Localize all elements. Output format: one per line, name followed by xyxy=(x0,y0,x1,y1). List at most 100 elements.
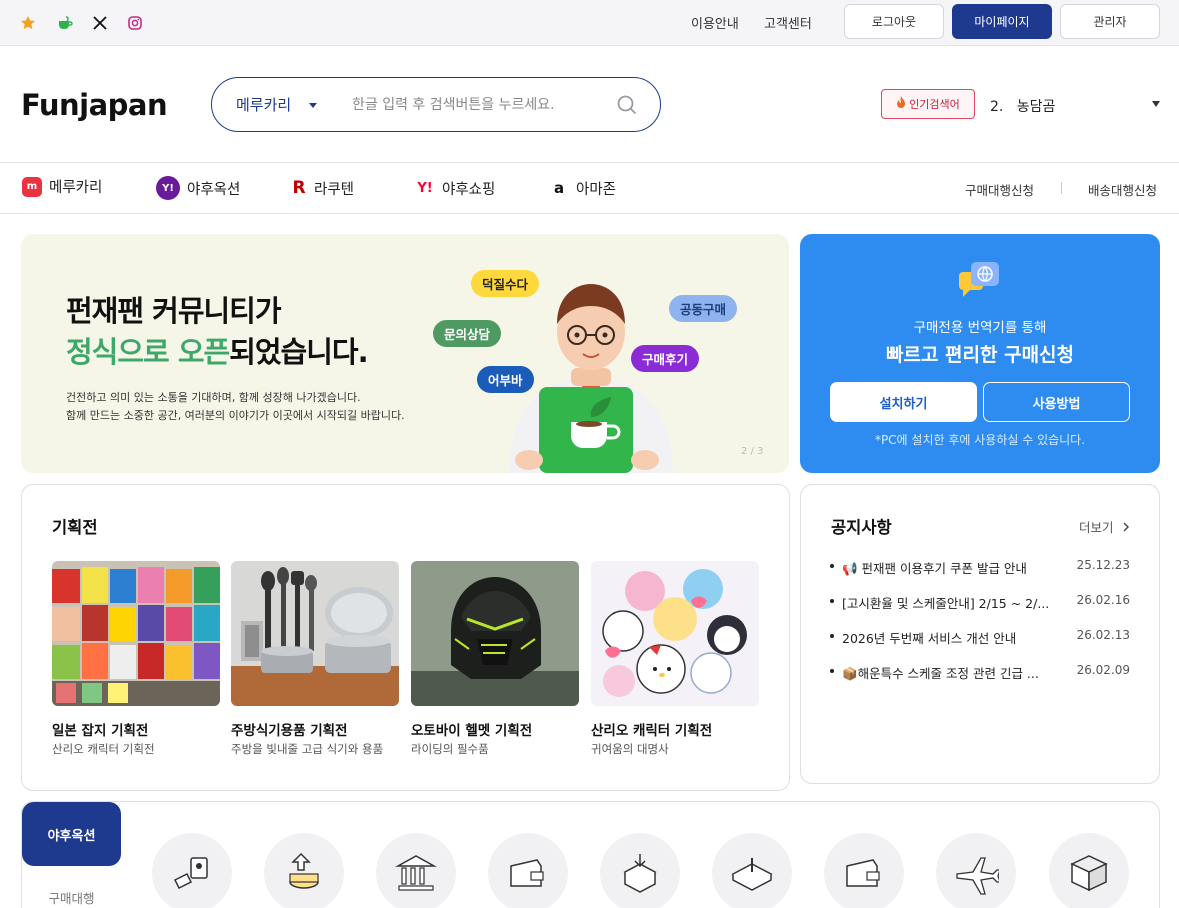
rank-number: 2. xyxy=(990,99,1004,115)
amazon-icon: a xyxy=(553,179,565,197)
notice-text: [고시환율 및 스케줄안내] 2/15 ~ 2/... xyxy=(842,596,1050,611)
bullet-icon xyxy=(830,634,834,638)
more-link[interactable]: 더보기 xyxy=(1079,517,1130,536)
nav-item-rakuten[interactable]: R 라쿠텐 xyxy=(291,176,354,200)
banner-pager[interactable]: 2 / 3 xyxy=(741,446,763,457)
notice-text: 📦해운특수 스케줄 조정 관련 긴급 ... xyxy=(842,666,1039,681)
community-banner[interactable]: 펀재팬 커뮤니티가 정식으로 오픈되었습니다. 건전하고 의미 있는 소통을 기… xyxy=(21,234,789,473)
banner-title-rest: 되었습니다. xyxy=(229,335,368,369)
promo-subtitle: 구매전용 번역기를 통해 xyxy=(913,320,1047,336)
tab-yahoo-auction[interactable]: 야후옥션 xyxy=(22,802,121,866)
admin-button[interactable]: 관리자 xyxy=(1060,4,1160,39)
nav-item-label: 아마존 xyxy=(576,181,617,198)
nav-item-mercari[interactable]: m 메루카리 xyxy=(22,176,102,197)
bullet-icon xyxy=(830,599,834,603)
notice-text: 📢 펀재팬 이용후기 쿠폰 발급 안내 xyxy=(842,561,1027,576)
tab-purchase-agency[interactable]: 구매대행 xyxy=(22,888,121,907)
mercari-icon: m xyxy=(22,176,42,197)
wallet2-icon xyxy=(824,833,904,908)
box-in-icon xyxy=(600,833,680,908)
customer-center-link[interactable]: 고객센터 xyxy=(764,13,812,32)
rakuten-icon: R xyxy=(292,178,306,198)
wallet-icon xyxy=(488,833,568,908)
popular-search-badge: 인기검색어 xyxy=(881,89,975,119)
bullet-icon xyxy=(830,669,834,673)
site-logo[interactable]: Funjapan xyxy=(21,88,168,122)
nav-item-yahoo-shopping[interactable]: Y! 야후쇼핑 xyxy=(415,176,495,200)
top-utility-bar: 이용안내 고객센터 로그아웃 마이페이지 관리자 xyxy=(0,0,1179,46)
nav-item-label: 야후쇼핑 xyxy=(442,181,496,198)
exhibition-title[interactable]: 오토바이 헬멧 기획전 xyxy=(411,719,532,739)
exhibition-subtitle: 산리오 캐릭터 기획전 xyxy=(52,742,155,756)
search-site-select[interactable]: 메루카리 xyxy=(236,94,291,115)
promo-title: 빠르고 편리한 구매신청 xyxy=(885,344,1075,366)
yahoo-auction-icon: Y! xyxy=(156,176,180,200)
nav-item-label: 메루카리 xyxy=(49,180,103,196)
chevron-right-icon xyxy=(1123,522,1129,532)
banner-desc: 함께 만드는 소중한 공간, 여러분의 이야기가 이곳에서 시작되길 바랍니다. xyxy=(66,409,405,422)
more-label: 더보기 xyxy=(1079,520,1114,535)
bubble-eobuba: 어부바 xyxy=(477,366,534,393)
exhibition-title[interactable]: 주방식기용품 기획전 xyxy=(231,719,347,739)
notice-text: 2026년 두번째 서비스 개선 안내 xyxy=(842,631,1017,646)
exhibition-title[interactable]: 일본 잡지 기획전 xyxy=(52,719,148,739)
chevron-down-icon[interactable] xyxy=(309,103,317,108)
star-icon[interactable] xyxy=(19,14,37,32)
notice-date: 26.02.09 xyxy=(1076,663,1130,677)
banner-desc: 건전하고 의미 있는 소통을 기대하며, 함께 성장해 나가겠습니다. xyxy=(66,391,361,404)
search-input[interactable] xyxy=(352,94,602,116)
guide-link[interactable]: 이용안내 xyxy=(691,13,739,32)
instagram-icon[interactable] xyxy=(126,14,144,32)
exhibition-image-sanrio[interactable] xyxy=(591,561,759,706)
nav-item-label: 라쿠텐 xyxy=(314,181,355,198)
exhibition-subtitle: 귀여움의 대명사 xyxy=(591,742,669,756)
search-bar: 메루카리 xyxy=(211,77,661,132)
divider xyxy=(0,162,1179,163)
bubble-group-buy: 공동구매 xyxy=(669,295,738,322)
bullet-icon xyxy=(830,564,834,568)
x-icon[interactable] xyxy=(91,14,109,32)
exhibition-title[interactable]: 산리오 캐릭터 기획전 xyxy=(591,719,712,739)
notice-title: 공지사항 xyxy=(831,518,892,537)
banner-title: 펀재팬 커뮤니티가 xyxy=(66,294,282,328)
yahoo-shopping-icon: Y! xyxy=(417,180,433,196)
rank-term: 농담곰 xyxy=(1016,99,1056,115)
exhibition-subtitle: 주방을 빛내줄 고급 식기와 용품 xyxy=(231,742,384,756)
divider xyxy=(0,213,1179,214)
nav-item-amazon[interactable]: a 아마존 xyxy=(549,176,616,200)
divider xyxy=(1061,182,1062,194)
exhibition-subtitle: 라이딩의 필수품 xyxy=(411,742,489,756)
promo-note: *PC에 설치한 후에 사용하실 수 있습니다. xyxy=(874,433,1086,447)
logout-button[interactable]: 로그아웃 xyxy=(844,4,944,39)
translator-promo-card: 구매전용 번역기를 통해 빠르고 편리한 구매신청 설치하기 사용방법 *PC에… xyxy=(800,234,1160,473)
install-button[interactable]: 설치하기 xyxy=(830,382,977,422)
nav-item-label: 야후옥션 xyxy=(187,181,241,198)
notice-date: 25.12.23 xyxy=(1076,558,1130,572)
nav-item-yahoo-auction[interactable]: Y! 야후옥션 xyxy=(156,176,240,200)
bubble-review: 구매후기 xyxy=(631,345,700,372)
notice-date: 26.02.13 xyxy=(1076,628,1130,642)
exhibition-image-helmet[interactable] xyxy=(411,561,579,706)
search-icon[interactable] xyxy=(616,94,638,120)
bubble-fan-talk: 덕질수다 xyxy=(471,270,540,297)
payment-icon xyxy=(264,833,344,908)
airplane-icon xyxy=(936,833,1016,908)
purchase-request-link[interactable]: 구매대행신청 xyxy=(965,180,1034,199)
caret-down-icon[interactable] xyxy=(1152,101,1160,107)
popular-search-term[interactable]: 2. 농담곰 xyxy=(990,96,1055,116)
mypage-button[interactable]: 마이페이지 xyxy=(952,4,1052,39)
exhibition-image-kitchenware[interactable] xyxy=(231,561,399,706)
shipping-request-link[interactable]: 배송대행신청 xyxy=(1088,180,1157,199)
bank-icon xyxy=(376,833,456,908)
banner-highlight: 정식으로 오픈 xyxy=(66,335,230,369)
banner-title-2: 정식으로 오픈되었습니다. xyxy=(66,329,369,371)
fire-icon xyxy=(896,96,906,112)
bid-icon xyxy=(152,833,232,908)
chat-translate-icon xyxy=(959,262,1001,302)
exhibitions-title: 기획전 xyxy=(52,518,98,537)
howto-button[interactable]: 사용방법 xyxy=(983,382,1130,422)
popular-search-label: 인기검색어 xyxy=(909,98,960,111)
cup-icon[interactable] xyxy=(56,14,74,32)
bubble-inquiry: 문의상담 xyxy=(433,320,502,347)
exhibition-image-magazines[interactable] xyxy=(52,561,220,706)
